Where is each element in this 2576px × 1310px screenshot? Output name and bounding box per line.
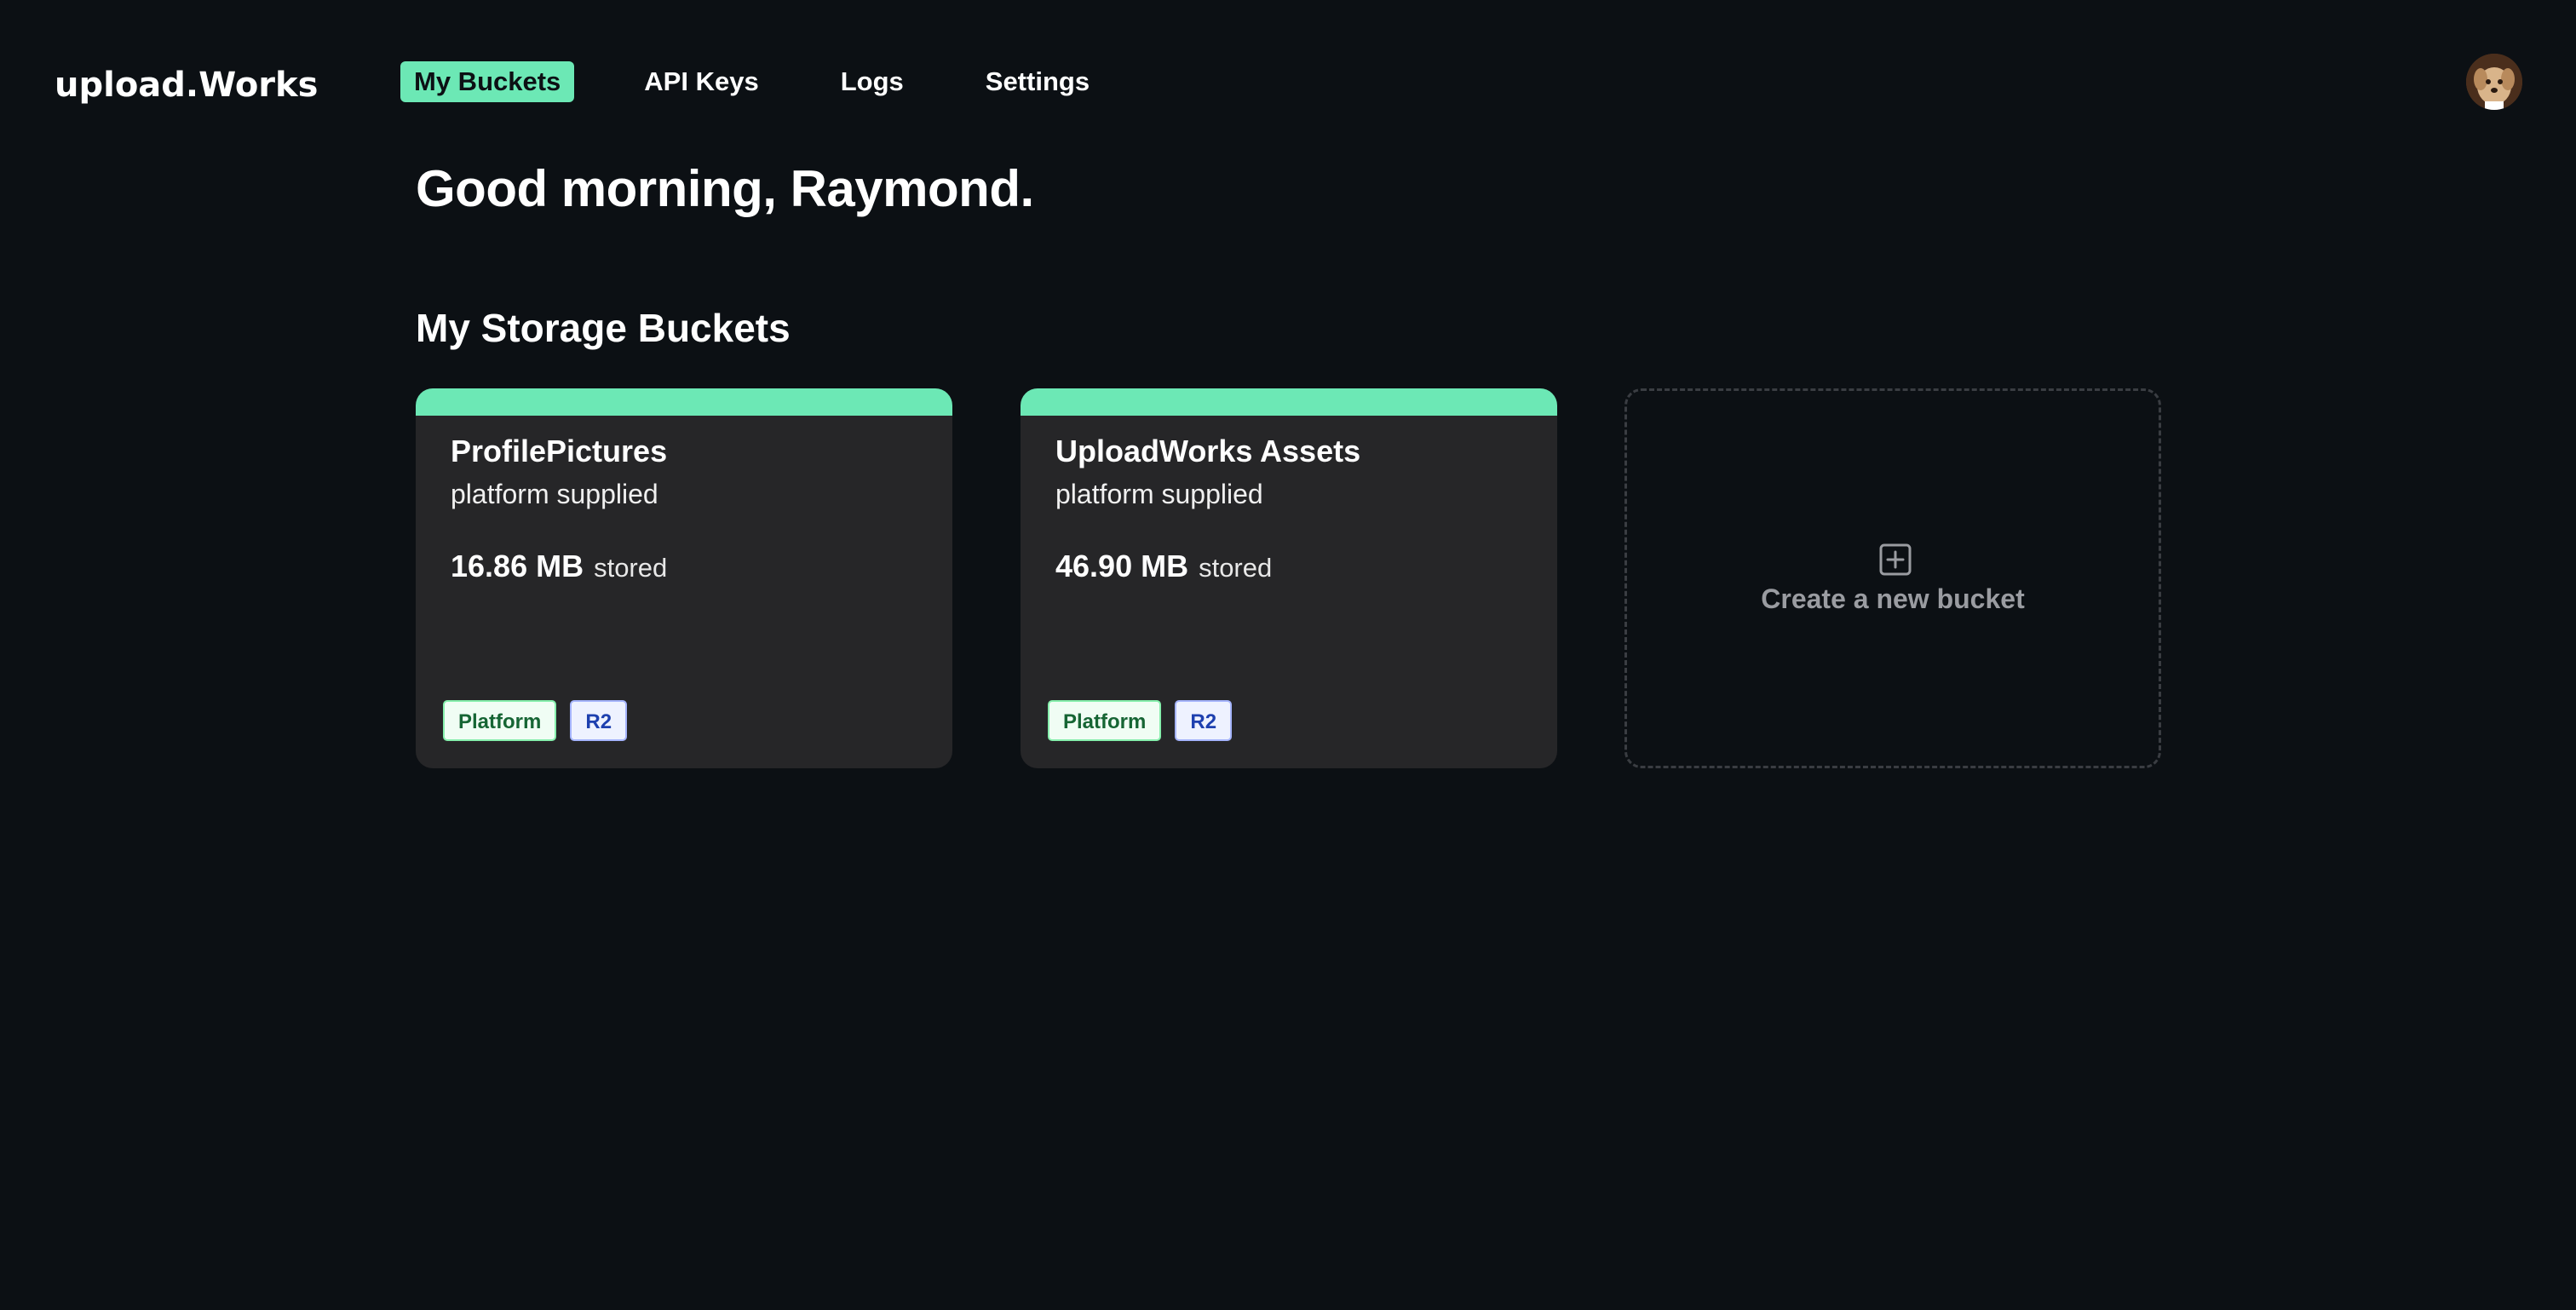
nav-logs[interactable]: Logs [827, 61, 917, 102]
card-accent-bar [1021, 388, 1557, 416]
tag-platform: Platform [443, 700, 557, 741]
bucket-size-value: 46.90 MB [1055, 549, 1189, 583]
bucket-card[interactable]: UploadWorks Assets platform supplied 46.… [1021, 388, 1557, 768]
tag-r2: R2 [1175, 700, 1233, 741]
tag-r2: R2 [570, 700, 628, 741]
bucket-size: 46.90 MB stored [1055, 547, 1272, 593]
bucket-size-value: 16.86 MB [451, 549, 584, 583]
create-bucket-label: Create a new bucket [1761, 583, 2025, 614]
plus-square-icon [1879, 543, 1912, 576]
nav-settings[interactable]: Settings [972, 61, 1103, 102]
nav-my-buckets[interactable]: My Buckets [400, 61, 575, 102]
bucket-size-label: stored [1199, 553, 1273, 583]
bucket-name: ProfilePictures [451, 434, 668, 468]
page: upload.Works My Buckets API Keys Logs Se… [0, 0, 2576, 1310]
bucket-card[interactable]: ProfilePictures platform supplied 16.86 … [416, 388, 952, 768]
section-title: My Storage Buckets [416, 306, 791, 350]
app-logo[interactable]: upload.Works [55, 60, 318, 111]
bucket-tags: Platform R2 [1048, 700, 1233, 741]
bucket-size: 16.86 MB stored [451, 547, 667, 593]
bucket-subtitle: platform supplied [451, 479, 658, 509]
bucket-tags: Platform R2 [443, 700, 628, 741]
dog-avatar-icon [2466, 54, 2522, 110]
nav-api-keys[interactable]: API Keys [630, 61, 772, 102]
main-nav: My Buckets API Keys Logs Settings [400, 61, 1103, 102]
bucket-subtitle: platform supplied [1055, 479, 1263, 509]
bucket-size-label: stored [594, 553, 668, 583]
user-avatar[interactable] [2466, 54, 2522, 110]
card-accent-bar [416, 388, 952, 416]
tag-platform: Platform [1048, 700, 1162, 741]
page-greeting: Good morning, Raymond. [416, 160, 1034, 217]
create-bucket-button[interactable]: Create a new bucket [1624, 388, 2161, 768]
bucket-name: UploadWorks Assets [1055, 434, 1361, 468]
